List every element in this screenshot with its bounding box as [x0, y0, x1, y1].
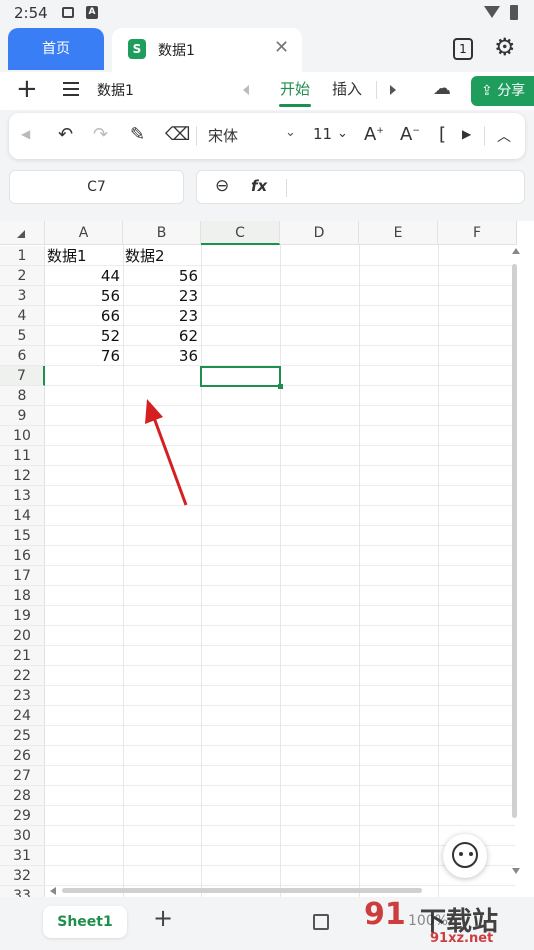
battery-icon	[510, 5, 518, 20]
sheet-tabs-bar: Sheet1 + 100% 91 下载站 91xz.net	[0, 897, 534, 950]
eraser-icon[interactable]: ⌫	[165, 124, 190, 145]
scroll-down-icon[interactable]	[512, 868, 520, 874]
divider	[376, 81, 377, 99]
file-name[interactable]: 数据1	[97, 80, 134, 100]
document-tab-title: 数据1	[158, 43, 195, 59]
annotation-arrow	[145, 399, 188, 506]
scroll-left-icon[interactable]	[243, 85, 249, 95]
divider	[196, 126, 197, 146]
arrow-head	[145, 399, 163, 424]
scroll-right-icon[interactable]	[390, 85, 396, 95]
collapse-toolbar-icon[interactable]: ︿	[497, 126, 511, 146]
spreadsheet-icon: S	[128, 39, 146, 59]
chevron-down-icon[interactable]: ⌄	[285, 125, 296, 140]
menu-icon[interactable]	[63, 82, 79, 96]
status-time: 2:54	[14, 4, 48, 22]
decrease-font-icon[interactable]: A−	[400, 124, 420, 145]
mail-icon	[62, 7, 74, 18]
tab-start[interactable]: 开始	[280, 78, 310, 99]
divider	[484, 126, 485, 146]
assistant-button[interactable]	[443, 834, 487, 878]
tab-home[interactable]: 首页	[8, 28, 104, 70]
format-toolbar: ◀ ↶ ↷ ✎ ⌫ 宋体 ⌄ 11 ⌄ A+ A− [ ▶ ︿	[9, 113, 525, 159]
font-family-select[interactable]: 宋体	[208, 125, 238, 146]
format-painter-icon[interactable]: ✎	[130, 124, 145, 145]
chevron-down-icon[interactable]: ⌄	[337, 126, 348, 141]
cloud-sync-icon[interactable]: ☁	[433, 78, 451, 99]
bold-icon[interactable]: [	[439, 124, 446, 145]
new-plus-icon[interactable]: +	[16, 74, 38, 104]
toolbar-left-icon[interactable]: ◀	[21, 127, 30, 141]
toolbar-right-icon[interactable]: ▶	[462, 127, 471, 141]
formula-bar[interactable]: ⊖ fx	[196, 170, 525, 204]
assistant-avatar-icon	[452, 842, 478, 868]
app-tab-bar: 首页 S 数据1 ✕ 1 ⚙	[0, 26, 534, 72]
scroll-up-icon[interactable]	[512, 248, 520, 254]
horizontal-scrollbar[interactable]	[62, 888, 422, 893]
watermark-url: 91xz.net	[430, 931, 494, 946]
watermark-logo: 91	[364, 897, 406, 932]
active-tab-indicator	[279, 104, 311, 107]
window-count-button[interactable]: 1	[453, 38, 473, 60]
arrow-shaft	[151, 414, 188, 506]
undo-icon[interactable]: ↶	[58, 124, 73, 145]
increase-font-icon[interactable]: A+	[364, 124, 384, 145]
wifi-icon	[484, 6, 500, 18]
redo-icon[interactable]: ↷	[93, 124, 108, 145]
status-bar: 2:54 A	[0, 0, 534, 26]
divider	[286, 179, 287, 197]
search-icon[interactable]: ⊖	[215, 176, 229, 196]
gear-icon[interactable]: ⚙	[494, 33, 516, 61]
vertical-scrollbar[interactable]	[512, 264, 517, 818]
cell-reference-box[interactable]: C7	[9, 170, 184, 204]
fx-icon[interactable]: fx	[251, 177, 267, 195]
share-icon: ⇪	[481, 83, 493, 99]
menu-bar: + 数据1 开始 插入 ☁ ⇪ 分享	[0, 72, 534, 110]
close-icon[interactable]: ✕	[274, 37, 289, 58]
scroll-left-icon[interactable]	[50, 887, 56, 895]
tab-document[interactable]: S 数据1 ✕	[112, 28, 302, 72]
spreadsheet-grid[interactable]: A B C ··· D E F 123456789101112131415161…	[0, 221, 534, 897]
add-sheet-icon[interactable]: +	[153, 904, 173, 932]
share-label: 分享	[497, 83, 526, 99]
font-size-select[interactable]: 11	[313, 125, 332, 143]
share-button[interactable]: ⇪ 分享	[471, 76, 534, 106]
app-notification-icon: A	[86, 6, 98, 19]
view-mode-icon[interactable]	[313, 914, 329, 930]
sheet-tab[interactable]: Sheet1	[43, 906, 127, 938]
tab-insert[interactable]: 插入	[332, 78, 362, 99]
